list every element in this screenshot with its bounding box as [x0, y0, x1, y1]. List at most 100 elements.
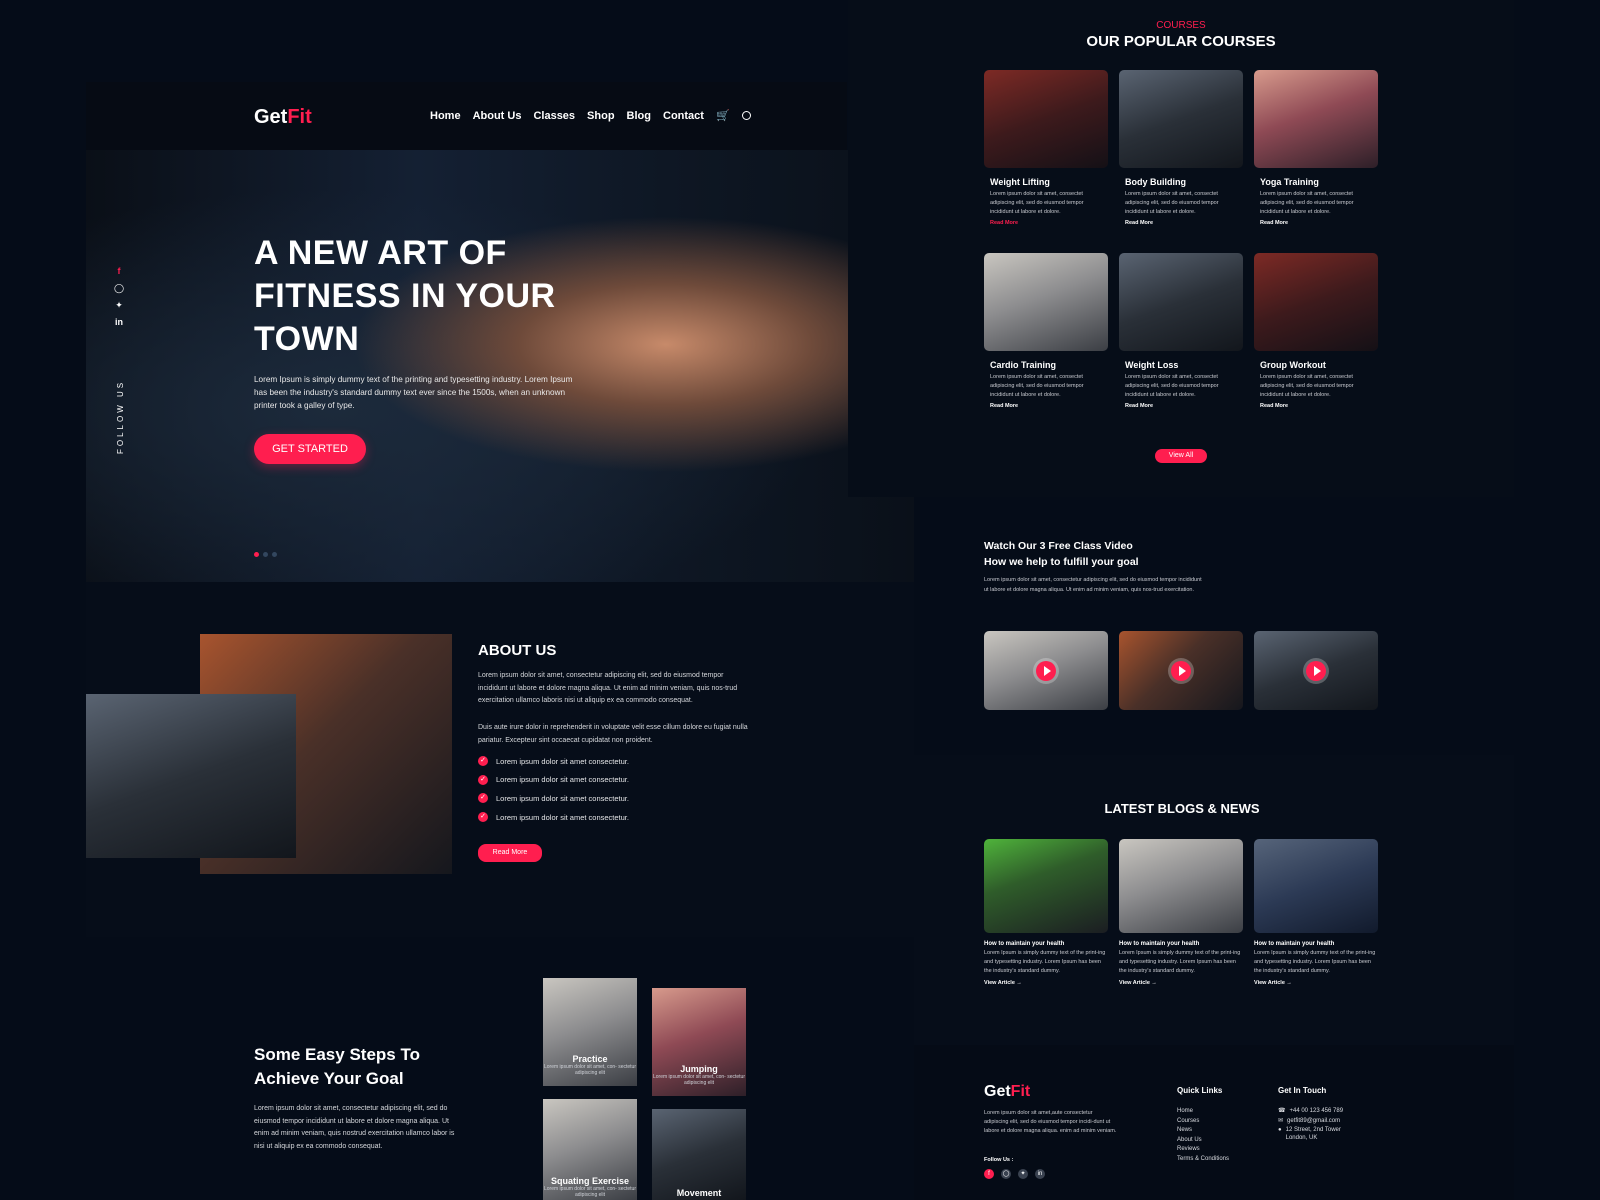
video-thumbnail[interactable] [984, 631, 1108, 710]
brand-logo[interactable]: GetFit [254, 106, 312, 129]
course-read-more[interactable]: Read More [1125, 220, 1243, 226]
step-tile-squating[interactable]: Squating Exercise Lorem ipsum dolor sit a… [543, 1099, 637, 1200]
video-title: Watch Our 3 Free Class Video How we help… [984, 540, 1139, 568]
course-read-more[interactable]: Read More [1260, 403, 1378, 409]
view-article-link[interactable]: View Article → [1254, 980, 1378, 986]
nav-shop[interactable]: Shop [587, 110, 615, 122]
blog-image [1119, 839, 1243, 933]
course-read-more[interactable]: Read More [990, 220, 1108, 226]
slider-dot[interactable] [272, 552, 277, 557]
course-read-more[interactable]: Read More [1125, 403, 1243, 409]
hero-title: A NEW ART OF FITNESS IN YOUR TOWN [254, 234, 556, 358]
course-read-more[interactable]: Read More [990, 403, 1108, 409]
view-article-link[interactable]: View Article → [984, 980, 1108, 986]
twitter-icon[interactable]: ✦ [114, 300, 124, 310]
slider-dot[interactable] [254, 552, 259, 557]
course-card[interactable]: Group Workout Lorem ipsum dolor sit amet… [1254, 253, 1378, 409]
address: 12 Street, 2nd Tower London, UK [1285, 1127, 1341, 1141]
twitter-icon[interactable]: ✦ [1018, 1169, 1028, 1179]
course-image [984, 253, 1108, 351]
course-image [1119, 70, 1243, 168]
nav-classes[interactable]: Classes [533, 110, 575, 122]
course-image [984, 70, 1108, 168]
footer-link[interactable]: Courses [1177, 1117, 1229, 1127]
linkedin-icon[interactable]: in [114, 317, 124, 327]
video-thumbnail[interactable] [1254, 631, 1378, 710]
quick-links-list: Home Courses News About Us Reviews Terms… [1177, 1107, 1229, 1165]
course-card[interactable]: Cardio Training Lorem ipsum dolor sit am… [984, 253, 1108, 409]
email-address[interactable]: getfit89@gmail.com [1287, 1118, 1340, 1124]
check-item: ✓ Lorem ipsum dolor sit amet consectetur. [478, 771, 778, 790]
nav-about[interactable]: About Us [473, 110, 522, 122]
steps-section: Some Easy Steps To Achieve Your Goal Lor… [86, 937, 914, 1200]
video-section: Watch Our 3 Free Class Video How we help… [914, 497, 1514, 755]
hero-description: Lorem Ipsum is simply dummy text of the … [254, 375, 573, 410]
nav-contact[interactable]: Contact [663, 110, 704, 122]
about-read-more-button[interactable]: Read More [478, 844, 542, 862]
courses-section: COURSES OUR POPULAR COURSES Weight Lifti… [848, 0, 1514, 497]
cart-icon[interactable]: 🛒 [716, 109, 730, 122]
about-paragraph-1: Lorem ipsum dolor sit amet, consectetur … [478, 672, 738, 704]
step-tile-practice[interactable]: Practice Lorem ipsum dolor sit amet, con-… [543, 978, 637, 1086]
step-tile-jumping[interactable]: Jumping Lorem ipsum dolor sit amet, con- … [652, 988, 746, 1096]
video-thumbnail[interactable] [1119, 631, 1243, 710]
search-icon[interactable] [741, 111, 751, 120]
facebook-icon[interactable]: f [114, 266, 124, 276]
footer-logo[interactable]: GetFit [984, 1083, 1030, 1101]
about-section: ABOUT US Lorem ipsum dolor sit amet, con… [86, 582, 914, 937]
about-title: ABOUT US [478, 642, 557, 659]
email-icon: ✉ [1278, 1117, 1284, 1124]
blog-card[interactable]: How to maintain your health Lorem Ipsum … [984, 839, 1108, 986]
phone-number: +44 00 123 456 789 [1289, 1108, 1344, 1114]
check-icon: ✓ [478, 793, 488, 804]
view-all-courses-button[interactable]: View All [1155, 449, 1207, 463]
footer-link[interactable]: Reviews [1177, 1145, 1229, 1155]
blog-card[interactable]: How to maintain your health Lorem Ipsum … [1119, 839, 1243, 986]
course-read-more[interactable]: Read More [1260, 220, 1378, 226]
footer-follow-label: Follow Us : [984, 1157, 1014, 1163]
quick-links-title: Quick Links [1177, 1086, 1223, 1095]
course-image [1254, 70, 1378, 168]
footer-link[interactable]: Home [1177, 1107, 1229, 1117]
linkedin-icon[interactable]: in [1035, 1169, 1045, 1179]
slider-dot[interactable] [263, 552, 268, 557]
course-image [1254, 253, 1378, 351]
about-image-secondary [86, 694, 296, 858]
course-image [1119, 253, 1243, 351]
blog-section: LATEST BLOGS & NEWS How to maintain your… [914, 755, 1514, 1045]
check-item: ✓ Lorem ipsum dolor sit amet consectetur. [478, 789, 778, 808]
check-item: ✓ Lorem ipsum dolor sit amet consectetur. [478, 808, 778, 827]
phone-icon: ☎ [1278, 1108, 1286, 1114]
location-icon: ● [1278, 1127, 1282, 1134]
steps-title: Some Easy Steps To Achieve Your Goal [254, 1045, 420, 1088]
play-icon[interactable] [1306, 660, 1326, 681]
view-article-link[interactable]: View Article → [1119, 980, 1243, 986]
instagram-icon[interactable]: ◯ [1001, 1169, 1011, 1179]
course-card[interactable]: Weight Lifting Lorem ipsum dolor sit ame… [984, 70, 1108, 226]
steps-description: Lorem ipsum dolor sit amet, consectetur … [254, 1105, 455, 1150]
courses-eyebrow: COURSES [1156, 20, 1206, 31]
play-icon[interactable] [1036, 660, 1056, 681]
hero-section: GetFit Home About Us Classes Shop Blog C… [86, 82, 914, 582]
course-card[interactable]: Yoga Training Lorem ipsum dolor sit amet… [1254, 70, 1378, 226]
blog-title: LATEST BLOGS & NEWS [1104, 801, 1260, 816]
instagram-icon[interactable]: ◯ [114, 283, 124, 293]
blog-image [1254, 839, 1378, 933]
facebook-icon[interactable]: f [984, 1169, 994, 1179]
blog-card[interactable]: How to maintain your health Lorem Ipsum … [1254, 839, 1378, 986]
main-nav: Home About Us Classes Shop Blog Contact … [430, 109, 751, 122]
check-icon: ✓ [478, 756, 488, 767]
get-started-button[interactable]: GET STARTED [254, 434, 366, 464]
footer-link[interactable]: Terms & Conditions [1177, 1155, 1229, 1165]
footer-link[interactable]: News [1177, 1126, 1229, 1136]
nav-blog[interactable]: Blog [627, 110, 651, 122]
nav-home[interactable]: Home [430, 110, 461, 122]
course-card[interactable]: Weight Loss Lorem ipsum dolor sit amet, … [1119, 253, 1243, 409]
blog-image [984, 839, 1108, 933]
step-tile-movement[interactable]: Movement [652, 1109, 746, 1200]
play-icon[interactable] [1171, 660, 1191, 681]
course-card[interactable]: Body Building Lorem ipsum dolor sit amet… [1119, 70, 1243, 226]
follow-us-label: FOLLOW US [116, 379, 125, 454]
about-checklist: ✓ Lorem ipsum dolor sit amet consectetur.… [478, 752, 778, 826]
footer-link[interactable]: About Us [1177, 1136, 1229, 1146]
